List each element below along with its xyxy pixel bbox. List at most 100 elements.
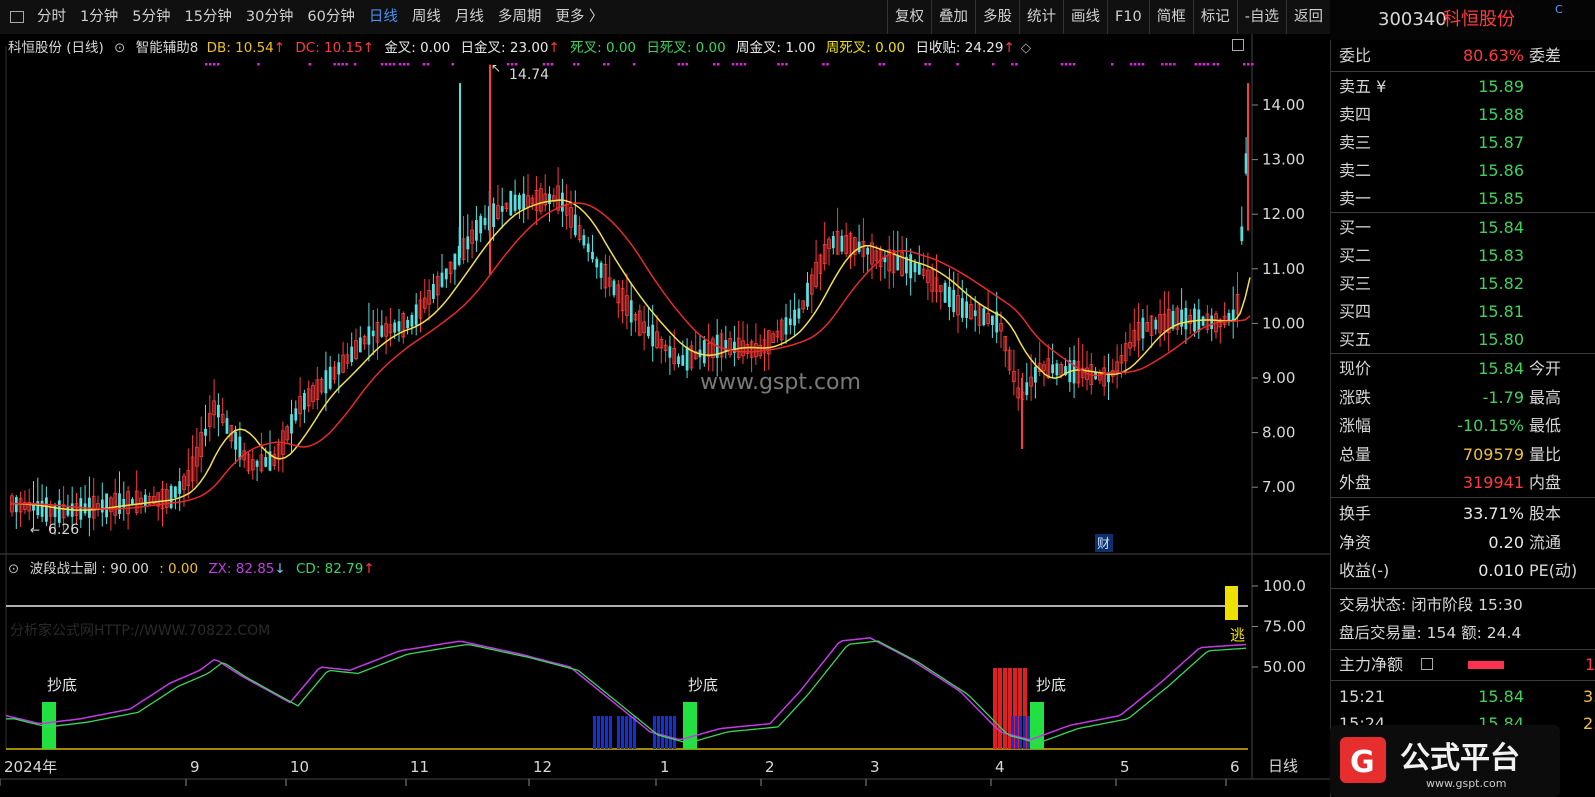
tab-period-multi[interactable]: 多周期 bbox=[491, 0, 549, 34]
stat-row[interactable]: 总量 709579 量比 bbox=[1331, 441, 1595, 469]
signal-dot bbox=[1169, 63, 1172, 66]
cd-value: CD: 82.79 bbox=[296, 561, 364, 577]
bid-row[interactable]: 买五 15.80 bbox=[1331, 326, 1595, 354]
tab-period-monthly[interactable]: 月线 bbox=[448, 0, 491, 34]
ask-row[interactable]: 卖五 ¥ 15.89 bbox=[1331, 73, 1595, 101]
kline-chart[interactable]: 14.00 13.00 12.00 11.00 10.00 9.00 8.00 7.00 ww… bbox=[0, 34, 1330, 797]
candle-body bbox=[143, 494, 147, 507]
candle-body bbox=[294, 408, 298, 421]
signal-dot bbox=[308, 63, 312, 66]
tab-period-4[interactable]: 30分钟 bbox=[239, 0, 300, 34]
tab-period-0[interactable]: 分时 bbox=[30, 0, 73, 34]
bid-row[interactable]: 买二 15.83 bbox=[1331, 242, 1595, 270]
bid-row[interactable]: 买三 15.82 bbox=[1331, 270, 1595, 298]
stat-row[interactable]: 外盘 319941 内盘 bbox=[1331, 469, 1595, 497]
xaxis-label: 2024年 bbox=[4, 758, 57, 776]
candle-body bbox=[599, 262, 603, 278]
tab-period-daily[interactable]: 日线 bbox=[362, 0, 405, 34]
indicator-name[interactable]: 智能辅助8 bbox=[136, 40, 199, 56]
jinc-value: 金叉: 0.00 bbox=[384, 40, 451, 56]
stat-row[interactable]: 现价 15.84 今开 bbox=[1331, 355, 1595, 383]
ask-row[interactable]: 卖三 15.87 bbox=[1331, 129, 1595, 157]
candle-body bbox=[982, 308, 986, 326]
price-tick-label: 13.00 bbox=[1262, 151, 1305, 169]
overlay-button[interactable]: 叠加 bbox=[930, 0, 975, 34]
stat-row-value: -10.15% bbox=[1457, 416, 1524, 435]
weibi-value: 80.63% bbox=[1462, 46, 1524, 65]
tab-period-weekly[interactable]: 周线 bbox=[405, 0, 448, 34]
indicator-gear-icon[interactable]: ⊙ bbox=[114, 40, 125, 56]
f10-button[interactable]: F10 bbox=[1106, 0, 1149, 34]
candle-body bbox=[14, 497, 18, 513]
main-indicator-bar: 科恒股份 (日线) ⊙ 智能辅助8 DB: 10.54↑ DC: 10.15↑ … bbox=[8, 36, 1248, 56]
draw-line-button[interactable]: 画线 bbox=[1062, 0, 1107, 34]
stat-row[interactable]: 涨幅 -10.15% 最低 bbox=[1331, 412, 1595, 440]
xaxis-label: 2 bbox=[765, 758, 775, 776]
blue-signal-bar bbox=[621, 716, 624, 749]
signal-dot bbox=[345, 63, 348, 66]
candle-body bbox=[371, 330, 375, 337]
tab-period-2[interactable]: 5分钟 bbox=[125, 0, 177, 34]
multi-stock-button[interactable]: 多股 bbox=[974, 0, 1019, 34]
watchlist-button[interactable]: -自选 bbox=[1236, 0, 1286, 34]
signal-dot bbox=[205, 63, 208, 66]
list-icon[interactable] bbox=[1421, 658, 1433, 670]
candle-body bbox=[1231, 309, 1235, 321]
blue-signal-bar bbox=[1015, 716, 1018, 749]
fuquan-button[interactable]: 复权 bbox=[886, 0, 931, 34]
bottom-signal-label-2: 抄底 bbox=[688, 676, 718, 694]
main-flow-row: 主力净额 1 bbox=[1331, 651, 1595, 679]
xaxis-label: 3 bbox=[870, 758, 880, 776]
panel-max-icon[interactable] bbox=[1232, 39, 1244, 51]
ask-row-value: 15.87 bbox=[1478, 133, 1524, 152]
tab-period-1[interactable]: 1分钟 bbox=[73, 0, 125, 34]
low-price-label: 6.26 bbox=[48, 522, 79, 538]
stat2-row[interactable]: 换手 33.71% 股本 bbox=[1331, 500, 1595, 528]
candle-body bbox=[561, 192, 564, 212]
brand-url: www.gspt.com bbox=[1426, 777, 1507, 790]
ask-row[interactable]: 卖一 15.85 bbox=[1331, 185, 1595, 213]
candle-body bbox=[612, 280, 616, 296]
signal-dot bbox=[677, 63, 681, 66]
candle-body bbox=[53, 504, 57, 518]
blue-signal-bar bbox=[593, 716, 596, 749]
sub-indicator-name[interactable]: 波段战士副 bbox=[30, 561, 98, 577]
tab-period-5[interactable]: 60分钟 bbox=[300, 0, 361, 34]
candle-body bbox=[1055, 363, 1059, 376]
ask-row[interactable]: 卖四 15.88 bbox=[1331, 101, 1595, 129]
candle-body bbox=[105, 493, 108, 518]
sub-gear-icon[interactable]: ⊙ bbox=[8, 561, 19, 577]
signal-dot bbox=[681, 63, 685, 66]
candle-body bbox=[896, 255, 900, 271]
blue-signal-bar bbox=[657, 716, 660, 749]
ask-row-value: 15.86 bbox=[1478, 161, 1524, 180]
stats-button[interactable]: 统计 bbox=[1018, 0, 1063, 34]
stat-row[interactable]: 涨跌 -1.79 最高 bbox=[1331, 384, 1595, 412]
ask-row-label: 卖五 ¥ bbox=[1339, 77, 1387, 96]
layout-toggle-icon[interactable] bbox=[10, 11, 24, 23]
bid-row[interactable]: 买四 15.81 bbox=[1331, 298, 1595, 326]
back-button[interactable]: 返回 bbox=[1286, 0, 1330, 34]
candle-body bbox=[681, 355, 685, 366]
stat-row-value: -1.79 bbox=[1482, 387, 1524, 407]
ask-row[interactable]: 卖二 15.86 bbox=[1331, 157, 1595, 185]
candle-body bbox=[410, 314, 414, 327]
blue-signal-bar bbox=[597, 716, 600, 749]
candle-body bbox=[440, 272, 444, 287]
mark-button[interactable]: 标记 bbox=[1192, 0, 1237, 34]
candle-body bbox=[79, 498, 83, 520]
simple-frame-button[interactable]: 简框 bbox=[1148, 0, 1193, 34]
diamond-icon[interactable]: ◇ bbox=[1021, 40, 1031, 56]
rijinc-arrow-icon: ↑ bbox=[548, 40, 560, 56]
signal-dot bbox=[209, 63, 212, 66]
candle-body bbox=[169, 485, 173, 509]
bid-row[interactable]: 买一 15.84 bbox=[1331, 214, 1595, 242]
stat2-row[interactable]: 净资 0.20 流通 bbox=[1331, 529, 1595, 557]
weicha-label: 委差 bbox=[1529, 46, 1562, 65]
signal-dot bbox=[384, 63, 388, 66]
tab-period-more[interactable]: 更多 〉 bbox=[548, 0, 610, 34]
tab-period-3[interactable]: 15分钟 bbox=[177, 0, 238, 34]
stat2-row[interactable]: 收益(-) 0.010 PE(动) bbox=[1331, 557, 1595, 585]
xaxis-label: 1 bbox=[660, 758, 670, 776]
xaxis-label: 5 bbox=[1120, 758, 1130, 776]
